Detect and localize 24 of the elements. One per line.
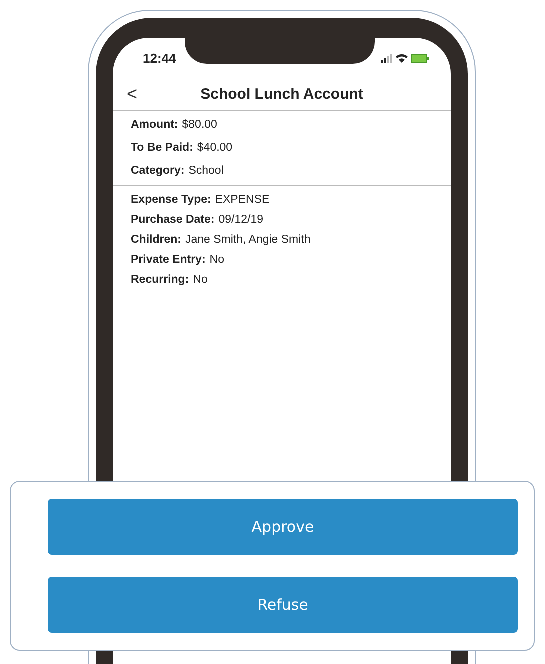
action-button[interactable]: Approve (48, 499, 518, 555)
field-value: Jane Smith, Angie Smith (185, 234, 311, 246)
screen-title: School Lunch Account (200, 86, 364, 102)
field-value: School (188, 165, 224, 177)
battery-icon (411, 54, 429, 62)
signal-icon (381, 54, 393, 62)
field-value: 09/12/19 (218, 214, 264, 226)
field-label: Purchase Date: (131, 214, 215, 226)
field-value: EXPENSE (215, 194, 270, 206)
field-value: $40.00 (197, 142, 233, 154)
action-button[interactable]: Refuse (48, 577, 518, 633)
field-value: $80.00 (182, 119, 218, 131)
field-value: No (193, 274, 208, 286)
field-label: To Be Paid: (131, 142, 194, 154)
field-label: Children: (131, 234, 182, 246)
field-label: Amount: (131, 119, 178, 131)
field-label: Private Entry: (131, 254, 206, 266)
field-label: Category: (131, 165, 185, 177)
status-time: 12:44 (143, 50, 176, 66)
field-value: No (210, 254, 224, 266)
back-button[interactable]: < (127, 84, 157, 104)
wifi-icon (396, 54, 408, 62)
field-label: Recurring: (131, 274, 190, 286)
field-label: Expense Type: (131, 194, 212, 206)
